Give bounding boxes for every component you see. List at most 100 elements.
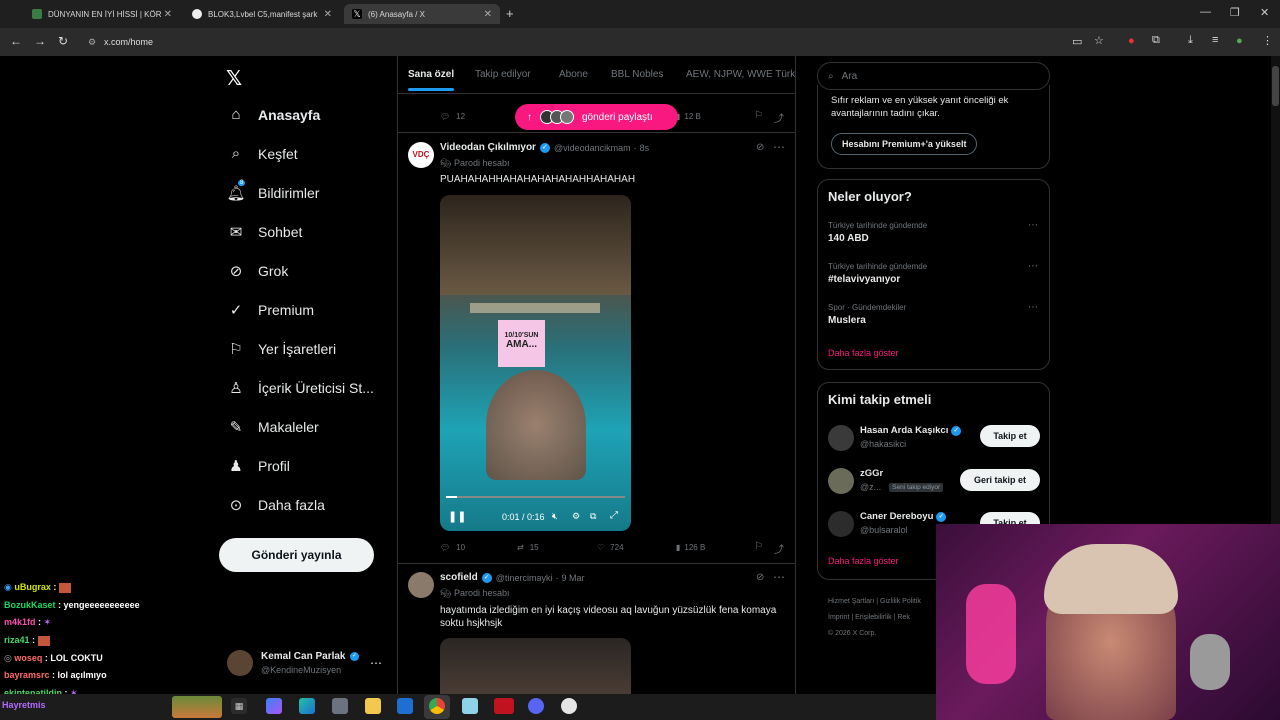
tab-following[interactable]: Takip edilyor bbox=[475, 69, 531, 80]
download-icon[interactable]: ⤓ bbox=[1188, 34, 1193, 47]
notepad-icon[interactable] bbox=[462, 698, 478, 714]
repost-button[interactable]: ⇄ 15 bbox=[517, 543, 539, 552]
share-button[interactable]: ⤴ bbox=[774, 110, 784, 125]
sidebar-item-more[interactable]: ⊙ Daha fazla bbox=[226, 496, 325, 514]
sidebar-item-home[interactable]: ⌂ Anasayfa bbox=[226, 106, 320, 123]
post-media[interactable] bbox=[440, 638, 631, 694]
task-view-icon[interactable]: ▦ bbox=[231, 698, 247, 714]
follow-name[interactable]: zGGr bbox=[860, 468, 883, 479]
reply-button[interactable]: 💬︎ 12 bbox=[440, 112, 465, 121]
minimize-icon[interactable]: — bbox=[1200, 6, 1211, 18]
avatar[interactable] bbox=[227, 650, 253, 676]
volume-icon[interactable]: 🔇︎ bbox=[552, 511, 558, 522]
reply-button[interactable]: 💬︎ 10 bbox=[440, 543, 465, 552]
avatar[interactable] bbox=[828, 468, 854, 494]
sidebar-item-premium[interactable]: ✓ Premium bbox=[226, 301, 314, 319]
post-time[interactable]: 9 Mar bbox=[561, 573, 584, 583]
close-tab-icon[interactable]: ✕ bbox=[164, 9, 172, 20]
bookmark-button[interactable]: ⚐ bbox=[754, 110, 763, 121]
author-name[interactable]: Videodan Çıkılmıyor bbox=[440, 142, 536, 153]
footer-link[interactable]: Erişilebilirlik bbox=[855, 614, 892, 621]
grok-icon[interactable]: ⊘ bbox=[756, 572, 764, 583]
copilot-icon[interactable] bbox=[266, 698, 282, 714]
follow-button[interactable]: Takip et bbox=[980, 425, 1040, 447]
sidebar-item-chat[interactable]: ✉ Sohbet bbox=[226, 223, 303, 241]
author-handle[interactable]: @videodancikmam bbox=[554, 143, 631, 153]
store-icon[interactable] bbox=[332, 698, 348, 714]
sidebar-item-notifications[interactable]: 🔔︎ 8 Bildirimler bbox=[226, 180, 319, 202]
x-logo-icon[interactable]: 𝕏 bbox=[226, 66, 242, 91]
tab-subscribed[interactable]: Abone bbox=[559, 69, 588, 80]
footer-link[interactable]: Rek bbox=[897, 614, 909, 621]
discord-icon[interactable] bbox=[528, 698, 544, 714]
browser-tab-3[interactable]: 𝕏 (6) Anasayfa / X ✕ bbox=[344, 4, 500, 24]
follow-back-button[interactable]: Geri takip et bbox=[960, 469, 1040, 491]
trend-more-icon[interactable]: ⋯ bbox=[1028, 220, 1038, 231]
sidebar-item-bookmarks[interactable]: ⚐ Yer İşaretleri bbox=[226, 340, 336, 358]
footer-link[interactable]: Hizmet Şartları bbox=[828, 598, 874, 605]
cast-icon[interactable]: ▭ bbox=[1072, 35, 1082, 48]
author-handle[interactable]: @tinercimayki bbox=[496, 573, 553, 583]
close-tab-icon[interactable]: ✕ bbox=[324, 9, 332, 20]
new-posts-pill[interactable]: ↑ gönderi paylaştı bbox=[515, 104, 678, 130]
chrome-icon[interactable] bbox=[429, 698, 445, 714]
sidebar-item-articles[interactable]: ✎ Makaleler bbox=[226, 418, 319, 436]
upgrade-premium-button[interactable]: Hesabını Premium+'a yükselt bbox=[831, 133, 978, 155]
views-button[interactable]: ▮ 12 B bbox=[676, 112, 701, 121]
trend-item[interactable]: Spor · Gündemdekiler Muslera bbox=[828, 303, 906, 326]
mail-app-icon[interactable] bbox=[397, 698, 413, 714]
sidebar-item-profile[interactable]: ♟ Profil bbox=[226, 457, 290, 475]
forward-icon[interactable]: → bbox=[34, 34, 46, 48]
browser-tab-2[interactable]: BLOK3,Lvbel C5,manifest şarkıla ✕ bbox=[184, 4, 340, 24]
close-tab-icon[interactable]: ✕ bbox=[484, 9, 492, 20]
post-more-icon[interactable]: ⋯ bbox=[773, 140, 785, 154]
account-more-icon[interactable]: ⋯ bbox=[370, 656, 382, 670]
profile-icon[interactable]: ● bbox=[1236, 35, 1243, 47]
bookmark-star-icon[interactable]: ☆ bbox=[1094, 34, 1104, 47]
avatar[interactable] bbox=[828, 425, 854, 451]
avatar[interactable] bbox=[408, 572, 434, 598]
back-icon[interactable]: ← bbox=[10, 34, 22, 48]
follow-name[interactable]: Hasan Arda Kaşıkcı ✓ bbox=[860, 425, 962, 436]
like-button[interactable]: ♡ 724 bbox=[597, 543, 624, 552]
address-field[interactable]: ⚙ x.com/home bbox=[84, 32, 1124, 52]
post-button[interactable]: Gönderi yayınla bbox=[219, 538, 374, 572]
reload-icon[interactable]: ↻ bbox=[58, 34, 68, 48]
pause-icon[interactable]: ❚❚ bbox=[448, 510, 466, 523]
share-button[interactable]: ⤴ bbox=[774, 541, 784, 556]
pip-icon[interactable]: ⧉ bbox=[590, 511, 596, 522]
show-more-link[interactable]: Daha fazla göster bbox=[828, 348, 899, 358]
trend-item[interactable]: Türkiye tarihinde gündemde #telavivyanıy… bbox=[828, 262, 927, 285]
avatar[interactable]: VDÇ bbox=[408, 142, 434, 168]
show-more-link[interactable]: Daha fazla göster bbox=[828, 556, 899, 566]
maximize-icon[interactable]: ❐ bbox=[1230, 6, 1240, 19]
obs-icon[interactable] bbox=[561, 698, 577, 714]
trend-more-icon[interactable]: ⋯ bbox=[1028, 261, 1038, 272]
tab-aew[interactable]: AEW, NJPW, WWE Türki bbox=[686, 69, 796, 80]
weather-widget-icon[interactable] bbox=[172, 696, 222, 718]
bookmark-button[interactable]: ⚐ bbox=[754, 541, 763, 552]
browser-tab-1[interactable]: DÜNYANIN EN İYİ HİSSİ | KÖR ✕ bbox=[24, 4, 180, 24]
video-progress-track[interactable] bbox=[446, 496, 625, 498]
puzzle-icon[interactable]: ⧉ bbox=[1152, 34, 1160, 47]
trend-item[interactable]: Türkiye tarihinde gündemde 140 ABD bbox=[828, 221, 927, 244]
fullscreen-icon[interactable]: ⤢ bbox=[610, 510, 618, 521]
grok-icon[interactable]: ⊘ bbox=[756, 142, 764, 153]
trend-more-icon[interactable]: ⋯ bbox=[1028, 302, 1038, 313]
footer-link[interactable]: İmprint bbox=[828, 614, 849, 621]
sidebar-item-explore[interactable]: ⌕ Keşfet bbox=[226, 145, 298, 162]
post-more-icon[interactable]: ⋯ bbox=[773, 570, 785, 584]
follow-name[interactable]: Caner Dereboyu ✓ bbox=[860, 511, 947, 522]
footer-link[interactable]: Gizlilik Politik bbox=[880, 598, 921, 605]
views-button[interactable]: ▮ 126 B bbox=[676, 543, 705, 552]
close-window-icon[interactable]: ✕ bbox=[1260, 6, 1269, 19]
avatar[interactable] bbox=[828, 511, 854, 537]
scrollbar-thumb[interactable] bbox=[1272, 66, 1279, 106]
page-scrollbar[interactable] bbox=[1271, 56, 1280, 524]
extension-icon[interactable]: ● bbox=[1128, 35, 1135, 47]
sidebar-item-creator-studio[interactable]: ♙ İçerik Üreticisi St... bbox=[226, 379, 374, 397]
new-tab-icon[interactable]: + bbox=[506, 6, 514, 21]
tab-for-you[interactable]: Sana özel bbox=[408, 69, 454, 80]
site-info-icon[interactable]: ⚙ bbox=[88, 32, 96, 52]
reading-list-icon[interactable]: ≡ bbox=[1212, 34, 1218, 46]
